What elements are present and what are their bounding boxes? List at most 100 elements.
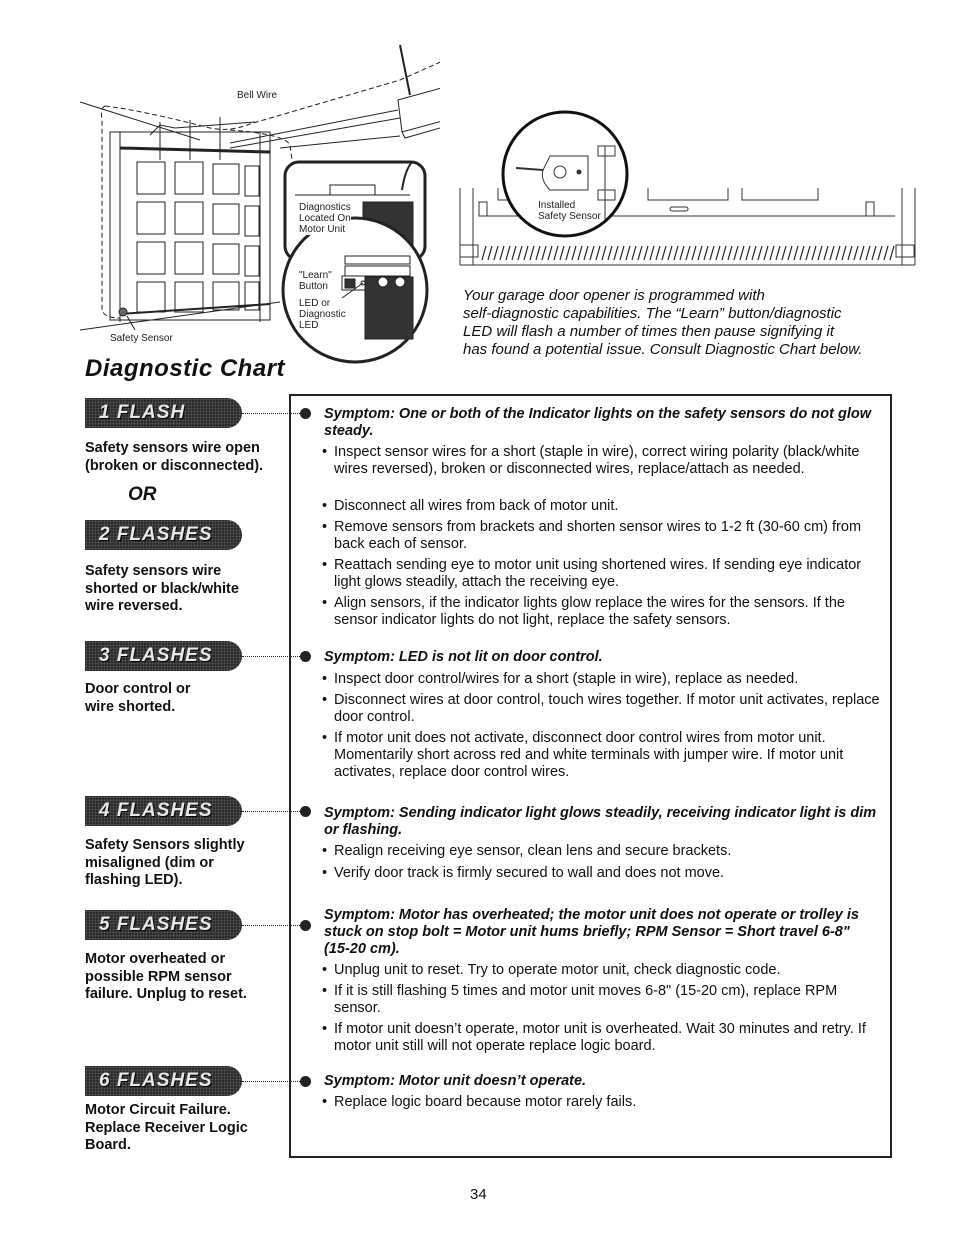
connector-line bbox=[242, 656, 302, 657]
hatch-mark bbox=[841, 245, 847, 261]
hatch-mark bbox=[511, 245, 517, 261]
hatch-mark bbox=[685, 245, 691, 261]
hatch-mark bbox=[793, 245, 799, 261]
hatch-mark bbox=[679, 245, 685, 261]
led-label-line2: Diagnostic bbox=[299, 309, 346, 320]
step: Inspect sensor wires for a short (staple… bbox=[322, 444, 887, 478]
hatch-mark bbox=[889, 245, 895, 261]
step: Remove sensors from brackets and shorten… bbox=[322, 519, 887, 553]
hatch-mark bbox=[757, 245, 763, 261]
hatch-mark bbox=[565, 245, 571, 261]
symptom-6: Symptom: Motor unit doesn’t operate. bbox=[324, 1073, 587, 1089]
hatch-mark bbox=[715, 245, 721, 261]
bullet-dot-icon bbox=[300, 408, 311, 419]
symptom-3: Symptom: LED is not lit on door control. bbox=[324, 649, 603, 665]
hatch-mark bbox=[547, 245, 553, 261]
hatch-mark bbox=[769, 245, 775, 261]
hatch-mark bbox=[625, 245, 631, 261]
hatch-mark bbox=[661, 245, 667, 261]
bullet-dot-icon bbox=[300, 920, 311, 931]
hatch-mark bbox=[499, 245, 505, 261]
step: Verify door track is firmly secured to w… bbox=[322, 865, 887, 882]
hatch-mark bbox=[613, 245, 619, 261]
hatch-mark bbox=[601, 245, 607, 261]
hatch-mark bbox=[823, 245, 829, 261]
installed-sensor-drawing bbox=[459, 110, 916, 266]
bullet-dot-icon bbox=[300, 806, 311, 817]
intro-paragraph: Your garage door opener is programmed wi… bbox=[463, 287, 903, 359]
step: Align sensors, if the indicator lights g… bbox=[322, 595, 887, 629]
or-label: OR bbox=[128, 484, 157, 505]
hatch-mark bbox=[877, 245, 883, 261]
safety-sensor-label: Safety Sensor bbox=[110, 333, 173, 344]
hatch-mark bbox=[697, 245, 703, 261]
installed-sensor-label-line2: Safety Sensor bbox=[538, 211, 601, 222]
cause-5: Motor overheated or possible RPM sensor … bbox=[85, 951, 247, 1002]
hatch-mark bbox=[619, 245, 625, 261]
hatch-mark bbox=[649, 245, 655, 261]
cause-3: Door control or wire shorted. bbox=[85, 681, 191, 715]
step: Replace logic board because motor rarely… bbox=[322, 1094, 887, 1111]
hatch-mark bbox=[847, 245, 853, 261]
hatch-mark bbox=[871, 245, 877, 261]
flash-badge-1: 1 FLASH bbox=[85, 398, 242, 428]
cause-2: Safety sensors wire shorted or black/whi… bbox=[85, 563, 239, 614]
step: Realign receiving eye sensor, clean lens… bbox=[322, 843, 887, 860]
symptom-5: Symptom: Motor has overheated; the motor… bbox=[324, 907, 859, 957]
intro-line: has found a potential issue. Consult Dia… bbox=[463, 341, 863, 358]
hatch-mark bbox=[607, 245, 613, 261]
hatch-mark bbox=[883, 245, 889, 261]
hatch-mark bbox=[559, 245, 565, 261]
hatch-mark bbox=[637, 245, 643, 261]
hatch-mark bbox=[493, 245, 499, 261]
hatch-mark bbox=[517, 245, 523, 261]
flash-badge-5: 5 FLASHES bbox=[85, 910, 242, 940]
connector-line bbox=[242, 811, 302, 812]
hatch-mark bbox=[673, 245, 679, 261]
hatch-mark bbox=[553, 245, 559, 261]
connector-line bbox=[242, 413, 302, 414]
connector-line bbox=[242, 1081, 302, 1082]
flash-badge-4: 4 FLASHES bbox=[85, 796, 242, 826]
hatch-mark bbox=[691, 245, 697, 261]
hatch-mark bbox=[763, 245, 769, 261]
learn-button-label-line2: Button bbox=[299, 281, 328, 292]
intro-line: LED will flash a number of times then pa… bbox=[463, 323, 835, 340]
hatch-mark bbox=[859, 245, 865, 261]
hatch-mark bbox=[577, 245, 583, 261]
hatch-mark bbox=[751, 245, 757, 261]
learn-button-label-line1: "Learn" bbox=[299, 270, 332, 281]
hatch-mark bbox=[811, 245, 817, 261]
hatch-mark bbox=[481, 245, 487, 261]
garage-door-illustration: Bell Wire Safety Sensor Diagnostics Loca… bbox=[79, 40, 476, 370]
hatch-mark bbox=[817, 245, 823, 261]
hatch-mark bbox=[529, 245, 535, 261]
hatch-mark bbox=[787, 245, 793, 261]
hatch-mark bbox=[781, 245, 787, 261]
hatch-mark bbox=[643, 245, 649, 261]
step: Disconnect wires at door control, touch … bbox=[322, 692, 887, 726]
cause-6: Motor Circuit Failure. Replace Receiver … bbox=[85, 1102, 248, 1153]
hatch-mark bbox=[583, 245, 589, 261]
diagnostics-label-line3: Motor Unit bbox=[299, 224, 346, 235]
step: Reattach sending eye to motor unit using… bbox=[322, 557, 887, 591]
hatch-mark bbox=[589, 245, 595, 261]
led-label-line3: LED bbox=[299, 320, 319, 331]
flash-badge-3: 3 FLASHES bbox=[85, 641, 242, 671]
flash-badge-2: 2 FLASHES bbox=[85, 520, 242, 550]
cause-1: Safety sensors wire open (broken or disc… bbox=[85, 440, 264, 474]
hatch-mark bbox=[829, 245, 835, 261]
bell-wire-label: Bell Wire bbox=[237, 90, 278, 101]
intro-line: self-diagnostic capabilities. The “Learn… bbox=[463, 305, 842, 322]
hatch-mark bbox=[775, 245, 781, 261]
symptom-4: Symptom: Sending indicator light glows s… bbox=[324, 805, 877, 838]
page-title: Diagnostic Chart bbox=[85, 355, 286, 382]
hatch-mark bbox=[535, 245, 541, 261]
step: If it is still flashing 5 times and moto… bbox=[322, 983, 887, 1017]
hatch-mark bbox=[703, 245, 709, 261]
installed-sensor-illustration: Installed Safety Sensor bbox=[440, 100, 940, 270]
diagnostics-label-line2: Located On bbox=[299, 213, 351, 224]
hatch-mark bbox=[505, 245, 511, 261]
hatch-mark bbox=[541, 245, 547, 261]
hatch-mark bbox=[727, 245, 733, 261]
